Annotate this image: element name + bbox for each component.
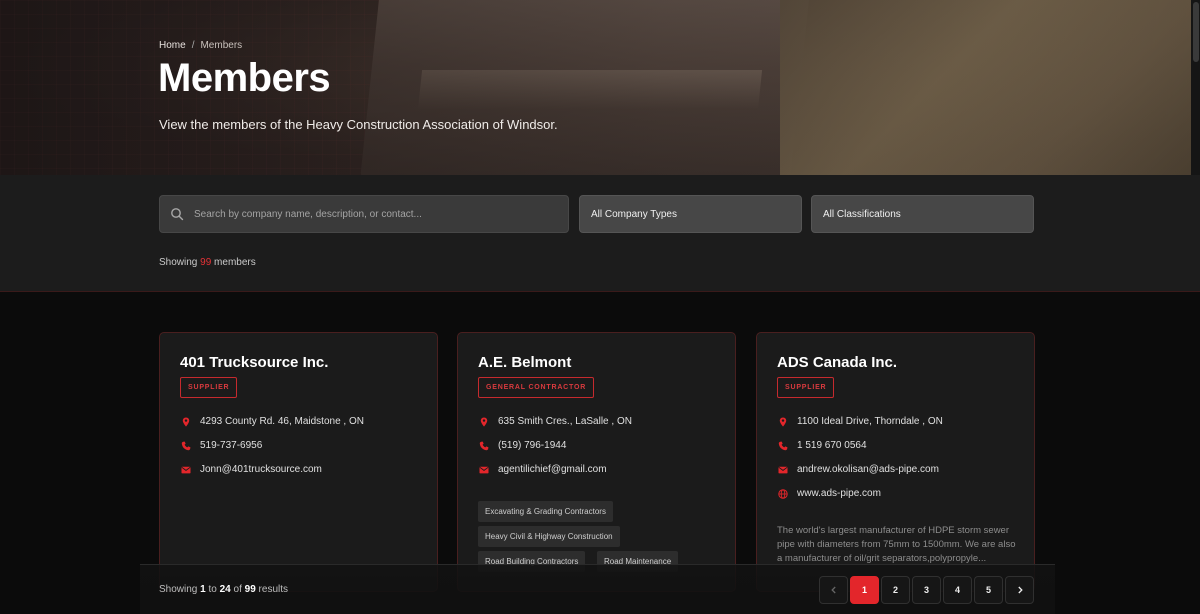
member-name[interactable]: 401 Trucksource Inc. [180, 354, 328, 371]
member-website[interactable]: www.ads-pipe.com [778, 488, 881, 499]
members-count: Showing 99 members [159, 257, 256, 268]
member-address-text: 635 Smith Cres., LaSalle , ON [498, 416, 632, 427]
search-input[interactable] [194, 208, 554, 220]
members-count-suffix: members [214, 257, 256, 268]
member-description: The world's largest manufacturer of HDPE… [777, 525, 1016, 564]
pagination-from: 1 [200, 584, 206, 595]
search-icon [171, 208, 184, 221]
member-email[interactable]: agentilichief@gmail.com [479, 464, 607, 475]
filter-bar: All Company Types All Classifications Sh… [0, 175, 1200, 292]
member-type-badge: SUPPLIER [180, 377, 238, 398]
member-address: 1100 Ideal Drive, Thorndale , ON [778, 416, 943, 427]
globe-icon [778, 488, 788, 499]
pagination-results-label: results [258, 584, 288, 595]
breadcrumb-separator: / [191, 40, 195, 51]
search-box[interactable] [159, 195, 569, 233]
page-button-1[interactable]: 1 [850, 576, 879, 604]
pagination-of-label: of [233, 584, 242, 595]
breadcrumb-current: Members [200, 40, 243, 51]
member-card[interactable]: A.E. Belmont GENERAL CONTRACTOR 635 Smit… [457, 332, 736, 592]
member-email-text[interactable]: agentilichief@gmail.com [498, 464, 607, 475]
map-pin-icon [182, 417, 190, 426]
member-phone[interactable]: 519-737-6956 [181, 440, 262, 451]
member-address: 635 Smith Cres., LaSalle , ON [479, 416, 632, 427]
member-phone-text[interactable]: 519-737-6956 [200, 440, 262, 451]
next-page-button[interactable] [1005, 576, 1034, 604]
previous-page-button[interactable] [819, 576, 848, 604]
pagination-to-label: to [208, 584, 217, 595]
member-phone-text[interactable]: (519) 796-1944 [498, 440, 566, 451]
pagination-showing-label: Showing [159, 584, 198, 595]
member-card[interactable]: ADS Canada Inc. SUPPLIER 1100 Ideal Driv… [756, 332, 1035, 592]
page-title: Members [158, 56, 331, 100]
breadcrumb-home[interactable]: Home [159, 40, 186, 51]
map-pin-icon [480, 417, 488, 426]
classification-tag: Heavy Civil & Highway Construction [478, 526, 620, 547]
member-type-badge: SUPPLIER [777, 377, 835, 398]
phone-icon [181, 441, 191, 450]
member-name[interactable]: ADS Canada Inc. [777, 354, 897, 371]
member-phone-text[interactable]: 1 519 670 0564 [797, 440, 867, 451]
company-type-value: All Company Types [591, 208, 677, 220]
mail-icon [181, 466, 191, 473]
member-type-badge: GENERAL CONTRACTOR [478, 377, 595, 398]
page-button-5[interactable]: 5 [974, 576, 1003, 604]
member-email[interactable]: Jonn@401trucksource.com [181, 464, 322, 475]
page-button-4[interactable]: 4 [943, 576, 972, 604]
member-name[interactable]: A.E. Belmont [478, 354, 571, 371]
pagination-info: Showing 1 to 24 of 99 results [159, 584, 288, 595]
member-card[interactable]: 401 Trucksource Inc. SUPPLIER 4293 Count… [159, 332, 438, 592]
member-email[interactable]: andrew.okolisan@ads-pipe.com [778, 464, 939, 475]
mail-icon [778, 466, 788, 473]
page-subtitle: View the members of the Heavy Constructi… [159, 117, 558, 132]
chevron-right-icon [1017, 586, 1023, 594]
hero-banner: Home / Members Members View the members … [0, 0, 1200, 175]
members-page: Home / Members Members View the members … [0, 0, 1200, 614]
pagination-to: 24 [219, 584, 231, 595]
pagination-bar: Showing 1 to 24 of 99 results 1 2 3 4 5 [140, 564, 1055, 614]
mail-icon [479, 466, 489, 473]
company-type-select[interactable]: All Company Types [579, 195, 802, 233]
member-address-text: 4293 County Rd. 46, Maidstone , ON [200, 416, 364, 427]
member-phone[interactable]: (519) 796-1944 [479, 440, 566, 451]
member-email-text[interactable]: Jonn@401trucksource.com [200, 464, 322, 475]
map-pin-icon [779, 417, 787, 426]
phone-icon [778, 441, 788, 450]
chevron-left-icon [830, 586, 836, 594]
pagination-total: 99 [244, 584, 256, 595]
scrollbar-thumb[interactable] [1193, 2, 1199, 62]
members-count-number: 99 [200, 257, 212, 268]
classification-select[interactable]: All Classifications [811, 195, 1034, 233]
page-button-2[interactable]: 2 [881, 576, 910, 604]
members-count-prefix: Showing [159, 257, 198, 268]
member-website-text[interactable]: www.ads-pipe.com [797, 488, 881, 499]
member-email-text[interactable]: andrew.okolisan@ads-pipe.com [797, 464, 939, 475]
classification-tag: Excavating & Grading Contractors [478, 501, 613, 522]
breadcrumb: Home / Members [159, 40, 242, 51]
member-address-text: 1100 Ideal Drive, Thorndale , ON [797, 416, 943, 427]
classification-value: All Classifications [823, 208, 901, 220]
member-address: 4293 County Rd. 46, Maidstone , ON [181, 416, 364, 427]
member-phone[interactable]: 1 519 670 0564 [778, 440, 867, 451]
phone-icon [479, 441, 489, 450]
page-button-3[interactable]: 3 [912, 576, 941, 604]
